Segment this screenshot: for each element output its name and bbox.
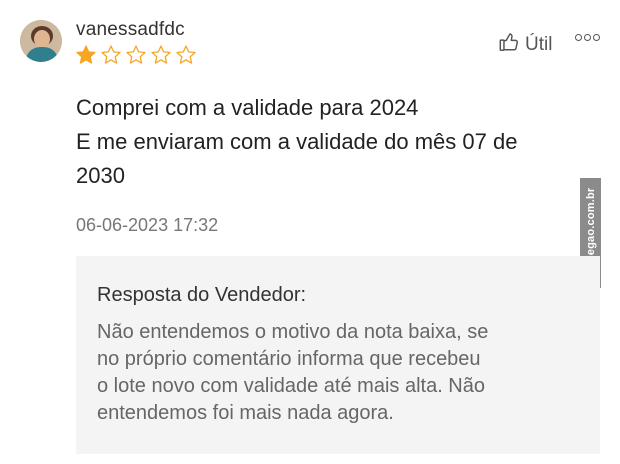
username[interactable]: vanessadfdc bbox=[76, 19, 185, 41]
helpful-label: Útil bbox=[525, 34, 553, 55]
star-empty-icon bbox=[101, 45, 121, 64]
review-date: 06-06-2023 17:32 bbox=[76, 215, 219, 235]
star-empty-icon bbox=[176, 45, 196, 64]
seller-response-title: Resposta do Vendedor: bbox=[97, 284, 307, 306]
star-empty-icon bbox=[151, 45, 171, 64]
star-rating bbox=[75, 44, 197, 66]
review-text-line: Comprei com a validade para 2024 bbox=[76, 95, 419, 120]
seller-response-line: entendemos foi mais nada agora. bbox=[97, 402, 394, 424]
more-options-icon[interactable] bbox=[575, 34, 600, 41]
review-text: Comprei com a validade para 2024 E me en… bbox=[76, 91, 576, 193]
seller-response-line: no próprio comentário informa que recebe… bbox=[97, 348, 481, 370]
review-text-line: E me enviaram com a validade do mês 07 d… bbox=[76, 129, 518, 154]
star-empty-icon bbox=[126, 45, 146, 64]
star-filled-icon bbox=[76, 45, 96, 64]
user-avatar[interactable] bbox=[20, 20, 62, 62]
seller-response-line: o lote novo com validade até mais alta. … bbox=[97, 375, 485, 397]
helpful-button[interactable]: Útil bbox=[498, 31, 552, 59]
review-text-line: 2030 bbox=[76, 163, 125, 188]
review-card: vanessadfdc Útil Comprei com a validade … bbox=[0, 0, 620, 464]
seller-response-box: Resposta do Vendedor: Não entendemos o m… bbox=[76, 256, 600, 454]
thumbs-up-icon bbox=[498, 31, 520, 59]
seller-response-line: Não entendemos o motivo da nota baixa, s… bbox=[97, 321, 489, 343]
seller-response-text: Não entendemos o motivo da nota baixa, s… bbox=[97, 319, 597, 427]
